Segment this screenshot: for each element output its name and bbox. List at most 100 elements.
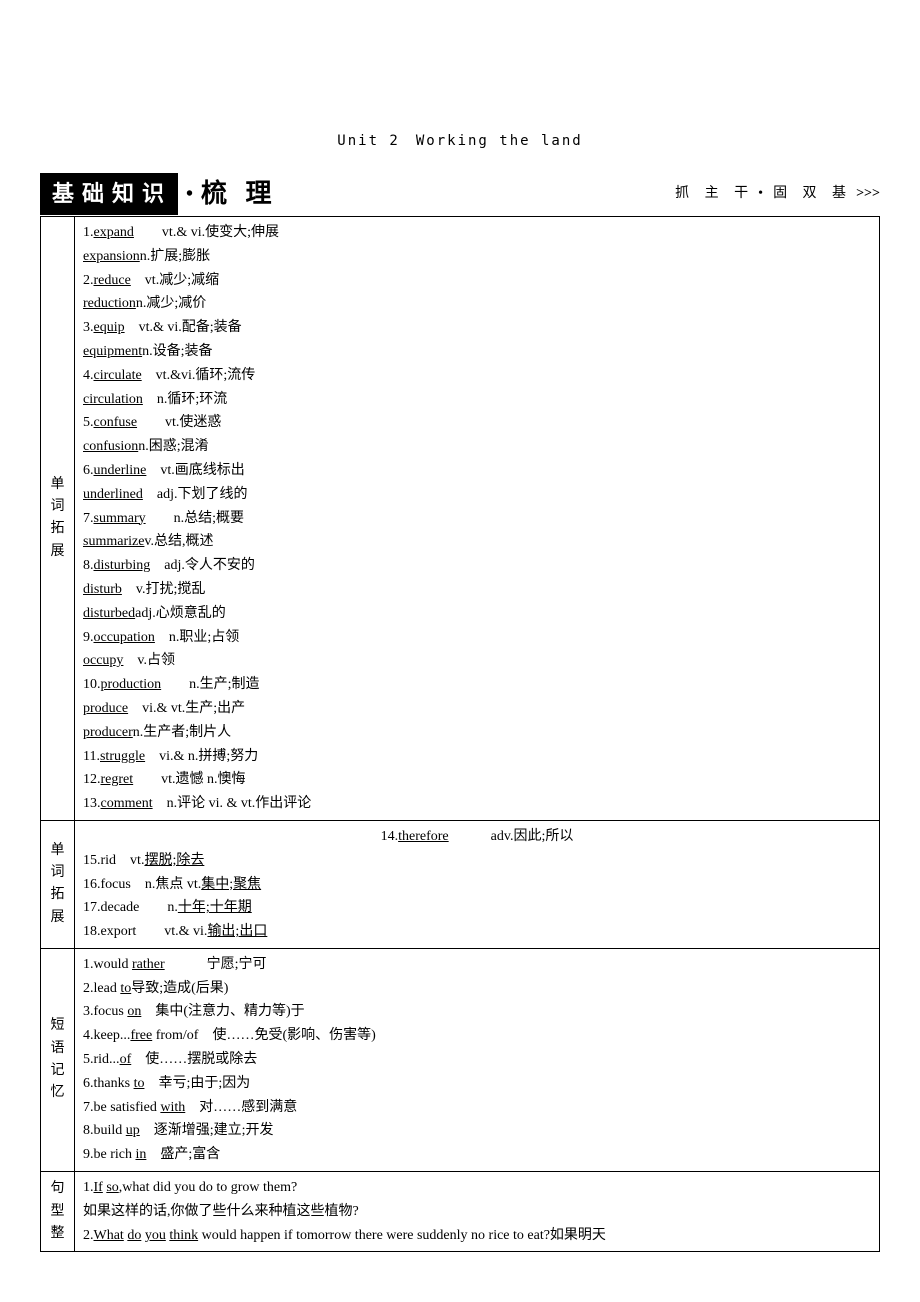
content-line: 5.confuse vt.使迷惑: [83, 411, 871, 435]
text-span: 1.: [83, 1180, 94, 1195]
text-span: 4.keep...: [83, 1028, 130, 1043]
text-span: vi.& n.拼搏;努力: [145, 749, 258, 764]
text-span: vt.减少;减缩: [131, 273, 219, 288]
text-span: n.减少;减价: [136, 296, 206, 311]
content-line: 11.struggle vi.& n.拼搏;努力: [83, 745, 871, 769]
side-label-char: 单: [51, 474, 65, 496]
text-span: n.总结;概要: [146, 511, 244, 526]
content-sentences: 1.If so,what did you do to grow them?如果这…: [75, 1172, 879, 1251]
side-label-char: 展: [51, 907, 65, 929]
content-line: 13.comment n.评论 vi. & vt.作出评论: [83, 792, 871, 816]
header-right-b: 固 双 基: [773, 182, 852, 206]
content-line: 14.therefore adv.因此;所以: [83, 825, 871, 849]
text-span: circulate: [94, 368, 142, 383]
dot-separator-icon: •: [186, 177, 193, 211]
text-span: summary: [94, 511, 146, 526]
header-right: 抓 主 干 • 固 双 基 >>>: [675, 182, 880, 206]
side-label-char: 语: [51, 1038, 65, 1060]
text-span: summarize: [83, 534, 144, 549]
text-span: 16.focus n.焦点 vt.: [83, 877, 201, 892]
content-line: 8.build up 逐渐增强;建立;开发: [83, 1119, 871, 1143]
content-line: circulation n.循环;环流: [83, 388, 871, 412]
text-span: 10.: [83, 677, 101, 692]
text-span: n.生产者;制片人: [133, 725, 231, 740]
text-span: on: [127, 1004, 141, 1019]
text-span: 集中(注意力、精力等)于: [141, 1004, 304, 1019]
text-span: 导致;造成(后果): [131, 981, 228, 996]
text-span: 8.build: [83, 1123, 126, 1138]
content-line: occupy v.占领: [83, 649, 871, 673]
side-label-char: 展: [51, 541, 65, 563]
side-label-char: 词: [51, 862, 65, 884]
content-line: confusionn.困惑;混淆: [83, 435, 871, 459]
content-line: 2.lead to导致;造成(后果): [83, 977, 871, 1001]
content-line: expansionn.扩展;膨胀: [83, 245, 871, 269]
text-span: in: [135, 1147, 146, 1162]
side-label-vocab-2: 单词拓展: [41, 821, 75, 948]
text-span: n.设备;装备: [142, 344, 212, 359]
text-span: 6.: [83, 463, 94, 478]
text-span: 十年;十年期: [178, 900, 252, 915]
text-span: adj.心烦意乱的: [135, 606, 226, 621]
text-span: What: [94, 1228, 124, 1243]
text-span: 3.focus: [83, 1004, 127, 1019]
header-title-black: 基础知识: [40, 173, 178, 214]
text-span: 如果这样的话,你做了些什么来种植这些植物?: [83, 1204, 359, 1219]
text-span: 使……摆脱或除去: [131, 1052, 257, 1067]
text-span: 5.rid...: [83, 1052, 120, 1067]
text-span: n.职业;占领: [155, 630, 239, 645]
text-span: comment: [101, 796, 153, 811]
content-line: 2.What do you think would happen if tomo…: [83, 1224, 871, 1248]
content-line: 4.keep...free from/of 使……免受(影响、伤害等): [83, 1024, 871, 1048]
text-span: If: [94, 1180, 103, 1195]
content-line: equipmentn.设备;装备: [83, 340, 871, 364]
text-span: 5.: [83, 415, 94, 430]
text-span: vt.& vi.配备;装备: [125, 320, 242, 335]
side-label-phrases: 短语记忆: [41, 949, 75, 1171]
content-line: 6.underline vt.画底线标出: [83, 459, 871, 483]
content-line: 7.summary n.总结;概要: [83, 507, 871, 531]
content-line: 15.rid vt.摆脱;除去: [83, 849, 871, 873]
side-label-char: 忆: [51, 1082, 65, 1104]
text-span: regret: [101, 772, 134, 787]
text-span: occupation: [94, 630, 155, 645]
text-span: producer: [83, 725, 133, 740]
content-line: 1.expand vt.& vi.使变大;伸展: [83, 221, 871, 245]
content-line: disturb v.打扰;搅乱: [83, 578, 871, 602]
text-span: up: [126, 1123, 140, 1138]
text-span: you: [145, 1228, 166, 1243]
text-span: 7.be satisfied: [83, 1100, 160, 1115]
side-label-vocab-1: 单词拓展: [41, 217, 75, 820]
text-span: vt.遗憾 n.懊悔: [133, 772, 245, 787]
content-line: 6.thanks to 幸亏;由于;因为: [83, 1072, 871, 1096]
text-span: reduce: [94, 273, 131, 288]
text-span: underline: [94, 463, 147, 478]
text-span: disturb: [83, 582, 122, 597]
content-line: 4.circulate vt.&vi.循环;流传: [83, 364, 871, 388]
dot-separator-icon: •: [758, 182, 769, 206]
chevron-right-icon: >>>: [856, 182, 880, 206]
text-span: 2.: [83, 1228, 94, 1243]
text-span: vt.& vi.使变大;伸展: [134, 225, 279, 240]
text-span: expand: [94, 225, 134, 240]
text-span: produce: [83, 701, 128, 716]
text-span: adj.令人不安的: [150, 558, 255, 573]
text-span: 6.thanks: [83, 1076, 134, 1091]
content-line: 5.rid...of 使……摆脱或除去: [83, 1048, 871, 1072]
text-span: circulation: [83, 392, 143, 407]
text-span: from/of 使……免受(影响、伤害等): [152, 1028, 376, 1043]
text-span: n.扩展;膨胀: [140, 249, 210, 264]
content-line: producern.生产者;制片人: [83, 721, 871, 745]
text-span: 14.: [381, 829, 399, 844]
content-line: 17.decade n.十年;十年期: [83, 896, 871, 920]
side-label-char: 词: [51, 496, 65, 518]
section-vocab-1: 单词拓展 1.expand vt.& vi.使变大;伸展expansionn.扩…: [41, 216, 879, 820]
text-span: production: [101, 677, 162, 692]
content-line: 18.export vt.& vi.输出;出口: [83, 920, 871, 944]
text-span: vt.画底线标出: [146, 463, 244, 478]
text-span: 4.: [83, 368, 94, 383]
text-span: of: [120, 1052, 132, 1067]
text-span: v.总结,概述: [144, 534, 213, 549]
text-span: free: [130, 1028, 152, 1043]
text-span: do: [127, 1228, 141, 1243]
